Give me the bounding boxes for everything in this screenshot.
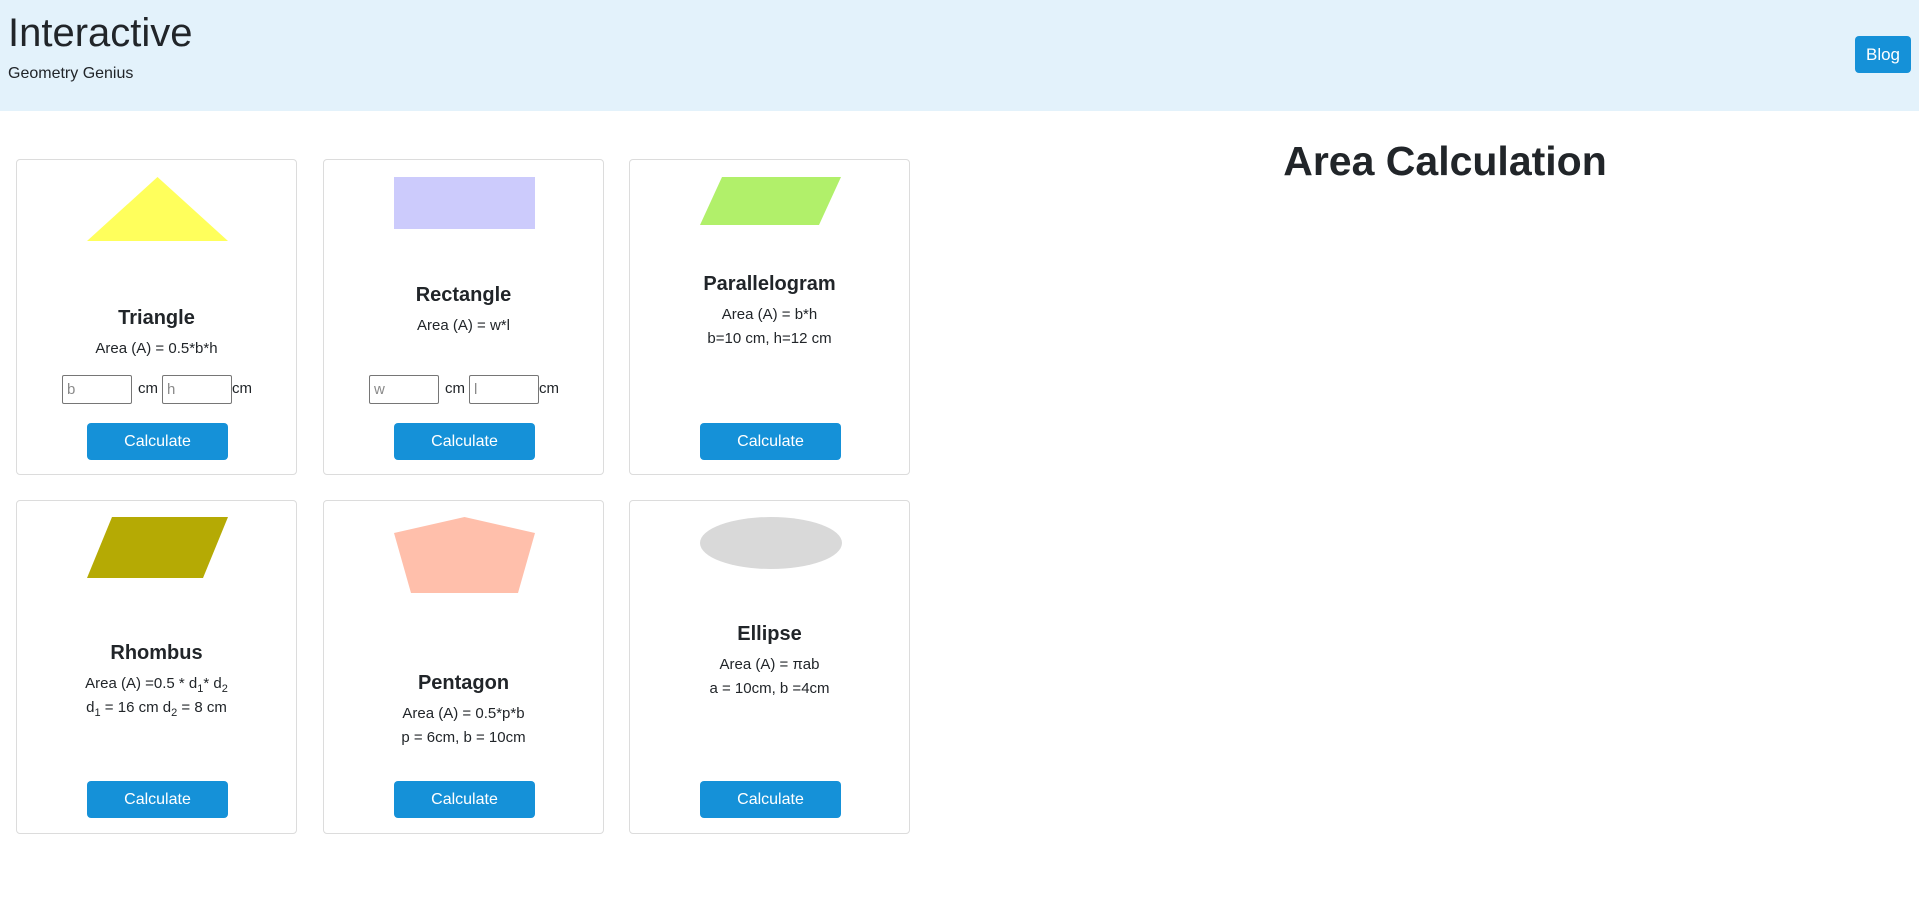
calculate-button[interactable]: Calculate [87,781,228,818]
height-input[interactable] [162,375,232,404]
values-part: = 8 cm [177,699,227,716]
blog-button[interactable]: Blog [1855,36,1911,73]
card-title: Parallelogram [703,273,836,295]
formula-text: Area (A) = 0.5*p*b [402,705,525,722]
triangle-shape-fill [87,177,228,241]
calculate-button[interactable]: Calculate [394,423,535,460]
rectangle-card: Rectangle Area (A) = w*l cm cm Calculate [323,159,604,475]
given-values-text: a = 10cm, b =4cm [709,680,830,697]
values-part: = 16 cm d [100,699,172,716]
formula-text: Area (A) = w*l [417,317,510,334]
rectangle-shape-fill [394,177,535,229]
ellipse-shape-fill [700,517,842,569]
length-input[interactable] [469,375,539,404]
page-title: Area Calculation [1283,138,1607,184]
formula-text: Area (A) = 0.5*b*h [95,340,218,357]
site-title: Interactive [8,11,193,55]
values-part: d [86,699,95,716]
formula-text: Area (A) =0.5 * d1* d2 [17,674,296,699]
rhombus-shape [87,517,228,578]
formula-part: Area (A) =0.5 * d [85,675,198,692]
card-title: Triangle [118,307,195,329]
parallelogram-shape-fill [700,177,841,225]
pentagon-shape-fill [394,517,535,593]
formula-part: * d [203,675,222,692]
rhombus-card: Rhombus Area (A) =0.5 * d1* d2 d1 = 16 c… [16,500,297,834]
formula-text: Area (A) = b*h [721,306,818,323]
given-values-text: d1 = 16 cm d2 = 8 cm [17,698,296,723]
width-input[interactable] [369,375,439,404]
site-subtitle: Geometry Genius [8,65,134,82]
input-row: cm cm [62,375,262,405]
rhombus-shape-fill [87,517,228,578]
unit-label: cm [445,380,465,397]
unit-label: cm [138,380,158,397]
input-row: cm cm [369,375,569,405]
triangle-shape [87,177,228,241]
calculate-button[interactable]: Calculate [700,423,841,460]
formula-text: Area (A) = πab [719,656,820,673]
pentagon-shape [394,517,535,593]
calculate-button[interactable]: Calculate [394,781,535,818]
formula-subscript: 2 [221,683,228,695]
card-title: Pentagon [417,672,510,694]
card-title: Rectangle [415,284,512,306]
header-bar: Interactive Geometry Genius Blog [0,0,1919,111]
triangle-card: Triangle Area (A) = 0.5*b*h cm cm Calcul… [16,159,297,475]
card-title: Rhombus [110,642,203,664]
calculate-button[interactable]: Calculate [87,423,228,460]
given-values-text: p = 6cm, b = 10cm [401,729,526,746]
parallelogram-shape [700,177,841,225]
given-values-text: b=10 cm, h=12 cm [707,330,832,347]
ellipse-shape [700,517,842,569]
ellipse-card: Ellipse Area (A) = πab a = 10cm, b =4cm … [629,500,910,834]
pentagon-card: Pentagon Area (A) = 0.5*p*b p = 6cm, b =… [323,500,604,834]
unit-label: cm [539,380,559,397]
card-title: Ellipse [737,623,802,645]
parallelogram-card: Parallelogram Area (A) = b*h b=10 cm, h=… [629,159,910,475]
base-input[interactable] [62,375,132,404]
unit-label: cm [232,380,252,397]
calculate-button[interactable]: Calculate [700,781,841,818]
rectangle-shape [394,177,535,229]
